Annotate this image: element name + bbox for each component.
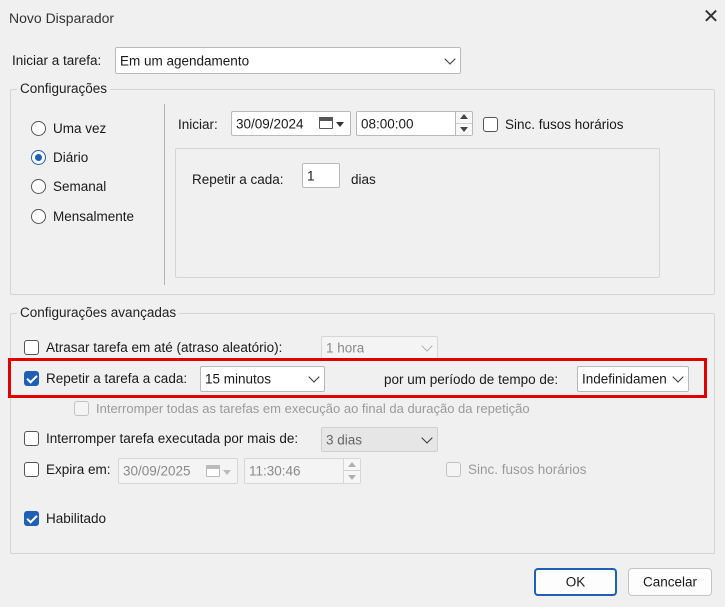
time-spinner[interactable] xyxy=(343,459,360,483)
radio-weekly[interactable] xyxy=(31,179,46,194)
start-date-value: 30/09/2024 xyxy=(236,116,304,131)
recur-label: Repetir a cada: xyxy=(192,172,284,187)
cancel-button-label: Cancelar xyxy=(642,574,698,590)
delay-combo[interactable]: 1 hora xyxy=(321,336,438,360)
enabled-checkbox[interactable] xyxy=(24,511,39,526)
sync-tz-label: Sinc. fusos horários xyxy=(505,117,624,132)
cancel-button[interactable]: Cancelar xyxy=(628,568,712,596)
down-arrow-icon xyxy=(460,127,468,133)
radio-weekly-label: Semanal xyxy=(53,179,107,194)
radio-daily[interactable] xyxy=(31,150,46,165)
window-title: Novo Disparador xyxy=(9,10,115,26)
up-arrow-icon xyxy=(348,461,356,467)
start-date-label: Iniciar: xyxy=(178,117,218,132)
ok-button[interactable]: OK xyxy=(534,568,617,596)
repeat-interval-value: 15 minutos xyxy=(205,371,272,387)
delay-checkbox[interactable] xyxy=(24,340,39,355)
expire-time-field[interactable]: 11:30:46 xyxy=(244,458,361,484)
sync-tz-checkbox[interactable] xyxy=(483,117,498,132)
expire-checkbox[interactable] xyxy=(24,462,39,477)
vertical-divider xyxy=(164,104,165,285)
calendar-icon[interactable] xyxy=(205,464,220,477)
stop-longer-value: 3 dias xyxy=(326,432,363,447)
chevron-down-icon xyxy=(444,52,456,65)
settings-legend: Configurações xyxy=(17,81,111,96)
dropdown-arrow-icon[interactable] xyxy=(336,122,344,127)
chevron-down-icon xyxy=(672,371,684,383)
start-task-combo[interactable]: Em um agendamento xyxy=(115,47,461,74)
recur-days-value: 1 xyxy=(307,168,315,183)
chevron-down-icon xyxy=(308,371,320,383)
radio-daily-label: Diário xyxy=(53,150,89,165)
expire-time-value: 11:30:46 xyxy=(249,463,301,479)
spin-down-button[interactable] xyxy=(456,124,472,136)
dropdown-arrow-icon[interactable] xyxy=(223,470,231,475)
stop-longer-combo[interactable]: 3 dias xyxy=(321,427,438,452)
calendar-icon[interactable] xyxy=(318,116,333,129)
repeat-duration-label: por um período de tempo de: xyxy=(384,372,559,387)
repeat-duration-value: Indefinidamente xyxy=(582,371,666,387)
recurrence-panel xyxy=(175,148,660,278)
close-icon[interactable]: ✕ xyxy=(700,6,722,28)
stop-all-checkbox[interactable] xyxy=(74,401,89,416)
repeat-interval-combo[interactable]: 15 minutos xyxy=(200,366,325,392)
repeat-checkbox[interactable] xyxy=(24,371,39,386)
stop-all-label: Interromper todas as tarefas em execução… xyxy=(96,401,530,416)
repeat-duration-combo[interactable]: Indefinidamente xyxy=(577,366,689,392)
down-arrow-icon xyxy=(348,475,356,480)
radio-monthly-label: Mensalmente xyxy=(53,209,135,224)
expire-sync-tz-checkbox[interactable] xyxy=(446,462,461,477)
chevron-down-icon xyxy=(421,431,433,444)
time-spinner[interactable] xyxy=(455,112,472,135)
advanced-legend: Configurações avançadas xyxy=(17,305,180,320)
start-task-label: Iniciar a tarefa: xyxy=(12,53,102,68)
radio-once-label: Uma vez xyxy=(53,121,107,136)
expire-date-picker[interactable]: 30/09/2025 xyxy=(118,458,238,484)
delay-label: Atrasar tarefa em até (atraso aleatório)… xyxy=(46,340,283,355)
expire-label: Expira em: xyxy=(46,462,111,477)
spin-up-button[interactable] xyxy=(344,459,360,471)
start-task-value: Em um agendamento xyxy=(120,53,250,68)
start-time-field[interactable]: 08:00:00 xyxy=(356,111,473,136)
recur-unit: dias xyxy=(351,172,376,187)
stop-longer-checkbox[interactable] xyxy=(24,431,39,446)
start-date-picker[interactable]: 30/09/2024 xyxy=(231,111,351,136)
recur-days-input[interactable]: 1 xyxy=(302,163,340,188)
repeat-label: Repetir a tarefa a cada: xyxy=(46,371,188,386)
radio-once[interactable] xyxy=(31,121,46,136)
start-time-value: 08:00:00 xyxy=(361,116,414,131)
ok-button-label: OK xyxy=(565,574,586,590)
delay-value: 1 hora xyxy=(326,340,365,356)
up-arrow-icon xyxy=(460,114,468,120)
spin-up-button[interactable] xyxy=(456,112,472,124)
expire-date-value: 30/09/2025 xyxy=(123,463,191,479)
chevron-down-icon xyxy=(421,340,433,352)
enabled-label: Habilitado xyxy=(46,511,107,526)
stop-longer-label: Interromper tarefa executada por mais de… xyxy=(46,431,299,446)
radio-monthly[interactable] xyxy=(31,209,46,224)
spin-down-button[interactable] xyxy=(344,471,360,483)
expire-sync-tz-label: Sinc. fusos horários xyxy=(468,462,587,477)
